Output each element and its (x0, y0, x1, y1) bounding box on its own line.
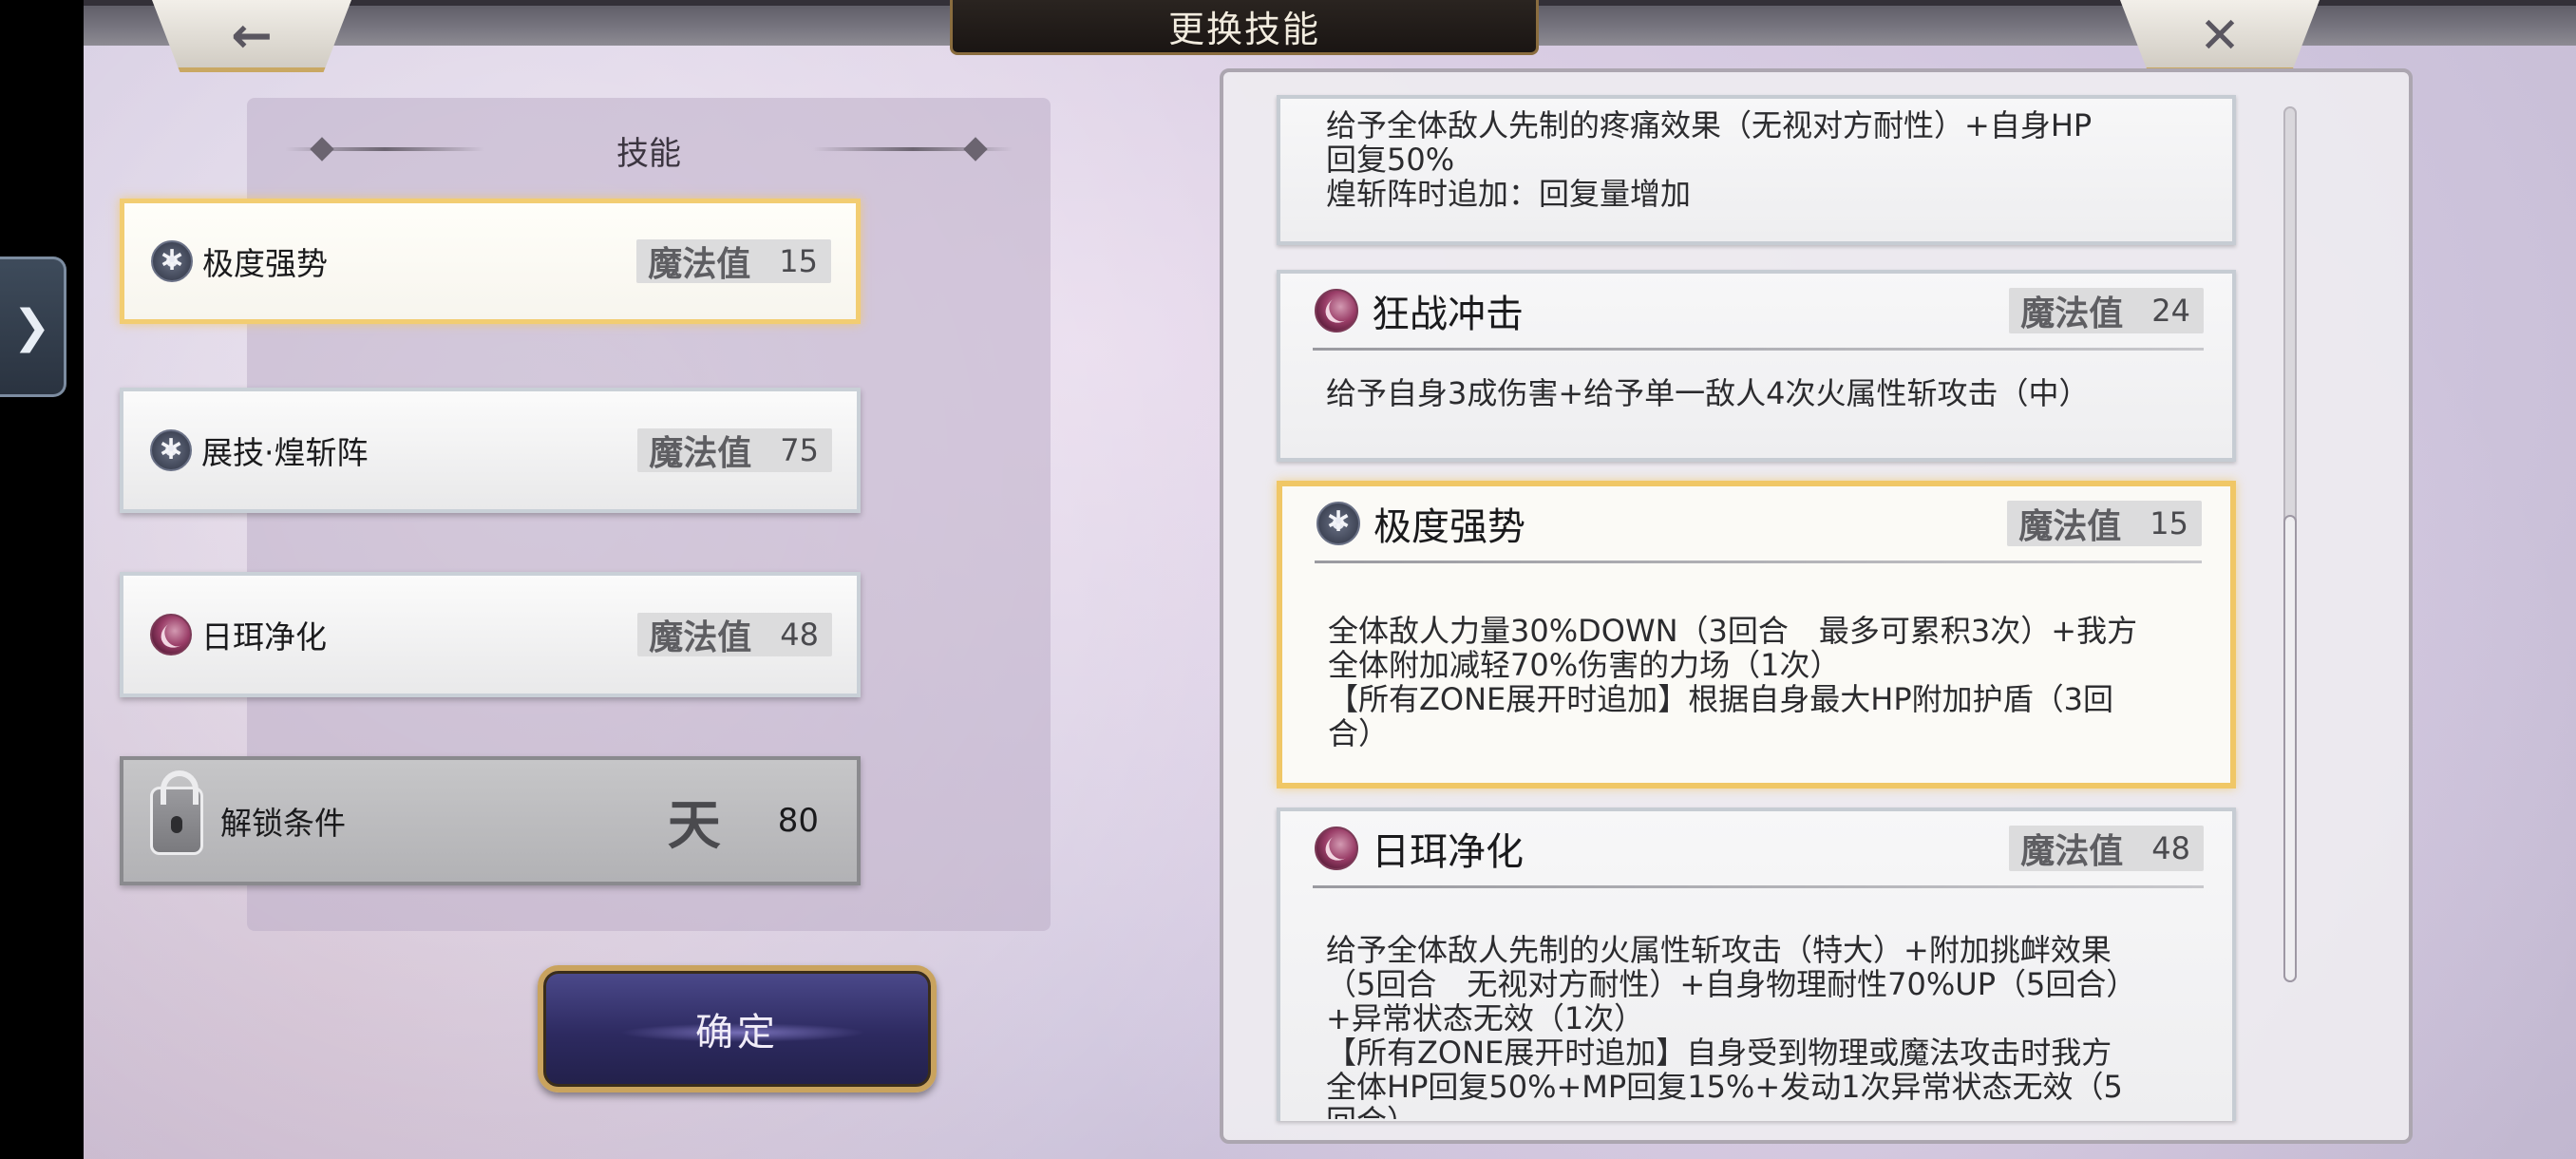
skill-name: 展技·煌斩阵 (201, 434, 369, 471)
mp-label: 魔法值 (648, 245, 751, 284)
skill-description: 全体敌人力量30%DOWN（3回合 最多可累积3次）+我方 全体附加减轻70%伤… (1328, 613, 2138, 751)
skill-slot-3[interactable]: 日珥净化 魔法值 48 (120, 572, 861, 697)
skill-name: 日珥净化 (1372, 830, 1524, 874)
skill-detail-card-partial[interactable]: 给予全体敌人先制的疼痛效果（无视对方耐性）+自身HP 回复50% 煌斩阵时追加：… (1277, 95, 2236, 245)
confirm-button[interactable]: 确定 (538, 965, 937, 1092)
mp-value: 24 (2151, 293, 2190, 329)
diamond-ornament-icon (310, 137, 334, 162)
back-button[interactable]: ← (152, 0, 351, 72)
unlock-rank-glyph: 天 (667, 793, 721, 857)
mp-cost-badge: 魔法值 24 (2009, 288, 2204, 333)
mp-label: 魔法值 (649, 618, 752, 657)
skill-name: 狂战冲击 (1372, 293, 1524, 336)
mp-value: 15 (2150, 505, 2188, 542)
mp-cost-badge: 魔法值 75 (637, 428, 832, 473)
close-icon: ✕ (2199, 8, 2241, 65)
page-title: 更换技能 (1167, 9, 1320, 50)
moon-skill-icon (1315, 826, 1358, 870)
chevron-right-icon: ❯ (12, 300, 51, 353)
mp-cost-badge: 魔法值 15 (2007, 501, 2202, 546)
page-title-plate: 更换技能 (950, 0, 1539, 55)
divider (1313, 885, 2204, 888)
mp-label: 魔法值 (2018, 507, 2122, 546)
locked-skill-slot[interactable]: 解锁条件 天 80 (120, 756, 861, 885)
panel-heading-label: 技能 (616, 134, 681, 173)
divider-ornament (813, 147, 1013, 151)
skill-detail-card[interactable]: 日珥净化 魔法值 48 给予全体敌人先制的火属性斩攻击（特大）+附加挑衅效果 （… (1277, 808, 2236, 1121)
panel-heading: 技能 (247, 126, 1051, 174)
skill-detail-card-selected[interactable]: 极度强势 魔法值 15 全体敌人力量30%DOWN（3回合 最多可累积3次）+我… (1277, 481, 2236, 788)
back-arrow-icon: ← (231, 8, 273, 65)
skill-detail-header: 狂战冲击 魔法值 24 (1280, 274, 2232, 348)
divider (1315, 560, 2202, 563)
mp-label: 魔法值 (2020, 832, 2124, 871)
unlock-level-value: 80 (777, 802, 819, 840)
mp-value: 48 (2151, 830, 2190, 866)
skill-name: 极度强势 (202, 245, 328, 282)
skill-description: 给予全体敌人先制的疼痛效果（无视对方耐性）+自身HP 回复50% 煌斩阵时追加：… (1326, 107, 2093, 212)
skill-detail-header: 日珥净化 魔法值 48 (1280, 811, 2232, 885)
close-button[interactable]: ✕ (2120, 0, 2320, 72)
scrollbar-thumb[interactable] (2283, 515, 2297, 982)
skill-slot-2[interactable]: 展技·煌斩阵 魔法值 75 (120, 388, 861, 513)
mp-label: 魔法值 (2020, 294, 2124, 333)
skill-name: 日珥净化 (201, 618, 327, 656)
confirm-button-label: 确定 (695, 1011, 779, 1054)
moon-skill-icon (150, 614, 192, 656)
skill-description: 给予全体敌人先制的火属性斩攻击（特大）+附加挑衅效果 （5回合 无视对方耐性）+… (1326, 933, 2137, 1119)
mp-value: 15 (779, 243, 818, 279)
divider (1313, 348, 2204, 351)
lock-icon (150, 770, 203, 855)
mp-cost-badge: 魔法值 48 (637, 613, 832, 657)
skill-description: 给予自身3成伤害+给予单一敌人4次火属性斩攻击（中） (1326, 375, 2090, 411)
skill-slot-1[interactable]: 极度强势 魔法值 15 (120, 199, 861, 324)
mp-value: 48 (780, 617, 819, 653)
skill-detail-card[interactable]: 狂战冲击 魔法值 24 给予自身3成伤害+给予单一敌人4次火属性斩攻击（中） (1277, 270, 2236, 462)
mp-cost-badge: 魔法值 48 (2009, 826, 2204, 871)
side-drawer-tab[interactable]: ❯ (0, 256, 66, 397)
skill-detail-header: 极度强势 魔法值 15 (1282, 486, 2230, 560)
star-skill-icon (1316, 502, 1360, 545)
star-skill-icon (150, 429, 192, 471)
mp-label: 魔法值 (649, 434, 752, 473)
unlock-condition-label: 解锁条件 (220, 805, 346, 842)
mp-value: 75 (780, 432, 819, 468)
moon-skill-icon (1315, 289, 1358, 332)
star-skill-icon (151, 240, 193, 282)
mp-cost-badge: 魔法值 15 (636, 239, 831, 284)
skill-name: 极度强势 (1373, 505, 1525, 549)
